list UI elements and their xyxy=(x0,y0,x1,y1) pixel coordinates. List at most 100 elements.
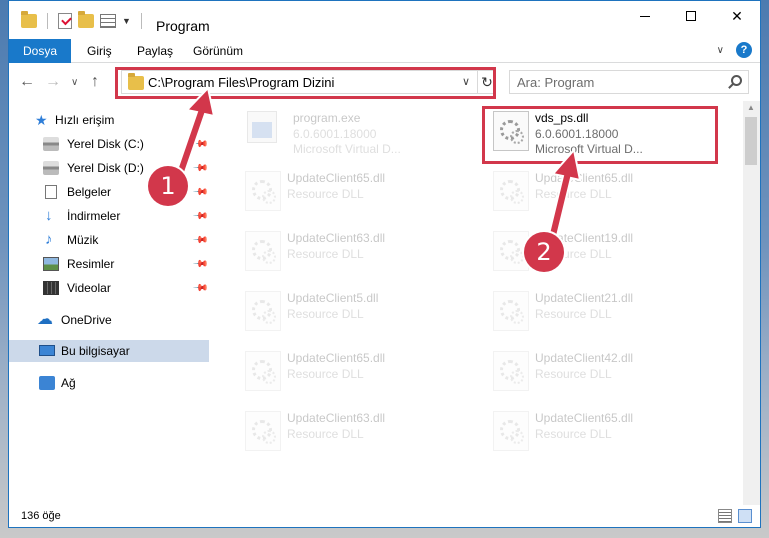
sidebar-item-label: Yerel Disk (D:) xyxy=(67,161,144,175)
tab-home[interactable]: Giriş xyxy=(75,39,124,63)
sidebar-item-downloads[interactable]: ↓ İndirmeler 📌 xyxy=(9,205,209,227)
navigation-bar: ← → ∨ ↑ C:\Program Files\Program Dizini … xyxy=(9,63,760,101)
file-item[interactable]: UpdateClient42.dll Resource DLL xyxy=(487,345,717,397)
status-bar: 136 öğe xyxy=(9,505,760,527)
sidebar-item-quick-access[interactable]: ★ Hızlı erişim xyxy=(9,109,209,131)
folder-icon xyxy=(21,11,37,28)
search-box[interactable]: Ara: Program xyxy=(509,70,749,94)
dll-file-icon xyxy=(245,231,281,271)
music-icon: ♪ xyxy=(45,231,53,248)
file-item[interactable]: UpdateClient65.dll Resource DLL xyxy=(239,165,469,217)
tab-view[interactable]: Görünüm xyxy=(181,39,255,63)
star-icon: ★ xyxy=(35,112,48,128)
disk-icon xyxy=(43,137,59,151)
scrollbar-thumb[interactable] xyxy=(745,117,757,165)
sidebar-item-label: Yerel Disk (C:) xyxy=(67,137,144,151)
file-type: Resource DLL xyxy=(535,427,612,441)
properties-check-icon[interactable] xyxy=(58,13,72,29)
sidebar-item-pictures[interactable]: Resimler 📌 xyxy=(9,253,209,275)
recent-locations-chevron-icon[interactable]: ∨ xyxy=(71,77,78,88)
file-name: UpdateClient65.dll xyxy=(535,411,634,425)
forward-arrow-icon[interactable]: → xyxy=(45,73,61,91)
file-type: Resource DLL xyxy=(287,187,364,201)
tab-file[interactable]: Dosya xyxy=(9,39,71,63)
address-dropdown-chevron-icon[interactable]: ∨ xyxy=(462,75,470,88)
pin-icon: 📌 xyxy=(191,255,209,273)
new-folder-icon[interactable] xyxy=(78,11,94,28)
file-description: Microsoft Virtual D... xyxy=(293,142,401,156)
dll-file-icon xyxy=(245,351,281,391)
maximize-icon xyxy=(686,11,696,21)
file-item[interactable]: UpdateClient19.dll Resource DLL xyxy=(487,225,717,277)
search-icon[interactable] xyxy=(731,75,742,86)
file-name: UpdateClient42.dll xyxy=(535,351,634,365)
exe-file-icon xyxy=(247,111,277,143)
file-type: Resource DLL xyxy=(287,427,364,441)
disk-icon xyxy=(43,161,59,175)
tiles-view-icon[interactable] xyxy=(738,509,752,523)
file-item[interactable]: UpdateClient5.dll Resource DLL xyxy=(239,285,469,337)
file-item-program-exe[interactable]: program.exe 6.0.6001.18000 Microsoft Vir… xyxy=(239,105,469,157)
address-path[interactable]: C:\Program Files\Program Dizini xyxy=(148,75,334,90)
file-list: program.exe 6.0.6001.18000 Microsoft Vir… xyxy=(215,101,745,505)
sidebar-item-label: OneDrive xyxy=(61,313,112,327)
videos-icon xyxy=(43,281,59,295)
dll-file-icon xyxy=(245,411,281,451)
close-button[interactable]: ✕ xyxy=(714,1,760,31)
sidebar-item-music[interactable]: ♪ Müzik 📌 xyxy=(9,229,209,251)
customize-toolbar-chevron-icon[interactable]: ▼ xyxy=(122,16,131,26)
dll-file-icon xyxy=(493,171,529,211)
view-buttons xyxy=(718,509,752,523)
ribbon-tabs: Dosya Giriş Paylaş Görünüm ∨ ? xyxy=(9,39,760,63)
maximize-button[interactable] xyxy=(668,1,714,31)
search-placeholder[interactable]: Ara: Program xyxy=(517,75,594,90)
file-item[interactable]: UpdateClient21.dll Resource DLL xyxy=(487,285,717,337)
tab-share[interactable]: Paylaş xyxy=(125,39,185,63)
sidebar-item-label: Hızlı erişim xyxy=(55,113,115,127)
file-item[interactable]: UpdateClient63.dll Resource DLL xyxy=(239,405,469,457)
up-arrow-icon[interactable]: ↑ xyxy=(91,73,99,91)
sidebar-item-onedrive[interactable]: ☁ OneDrive xyxy=(9,309,209,331)
scroll-up-arrow-icon[interactable]: ▲ xyxy=(747,103,755,112)
sidebar-item-videos[interactable]: Videolar 📌 xyxy=(9,277,209,299)
sidebar-item-this-pc[interactable]: Bu bilgisayar xyxy=(9,340,209,362)
help-icon[interactable]: ? xyxy=(736,42,752,58)
address-bar[interactable]: C:\Program Files\Program Dizini ∨ ↻ xyxy=(121,70,496,94)
file-name: UpdateClient63.dll xyxy=(287,231,386,245)
sidebar-item-network[interactable]: Ağ xyxy=(9,372,209,394)
file-item[interactable]: UpdateClient65.dll Resource DLL xyxy=(487,405,717,457)
file-name: UpdateClient21.dll xyxy=(535,291,634,305)
download-icon: ↓ xyxy=(45,207,53,224)
file-item[interactable]: UpdateClient65.dll Resource DLL xyxy=(239,345,469,397)
pin-icon: 📌 xyxy=(191,159,209,177)
details-view-icon[interactable] xyxy=(718,509,732,523)
file-item-vds-ps-dll[interactable]: vds_ps.dll 6.0.6001.18000 Microsoft Virt… xyxy=(487,105,717,157)
file-description: Microsoft Virtual D... xyxy=(535,142,643,156)
sidebar-item-label: Resimler xyxy=(67,257,115,271)
file-version: 6.0.6001.18000 xyxy=(535,127,619,141)
computer-icon xyxy=(39,345,55,356)
properties-icon[interactable] xyxy=(100,14,116,28)
file-name: UpdateClient63.dll xyxy=(287,411,386,425)
address-folder-icon xyxy=(128,73,144,90)
back-arrow-icon[interactable]: ← xyxy=(19,73,35,91)
sidebar-item-local-disk-c[interactable]: Yerel Disk (C:) 📌 xyxy=(9,133,209,155)
pin-icon: 📌 xyxy=(191,231,209,249)
file-item[interactable]: UpdateClient65.dll Resource DLL xyxy=(487,165,717,217)
dll-file-icon xyxy=(493,351,529,391)
expand-ribbon-chevron-icon[interactable]: ∨ xyxy=(717,45,724,56)
ribbon-right-controls: ∨ ? xyxy=(717,42,752,58)
file-item[interactable]: UpdateClient63.dll Resource DLL xyxy=(239,225,469,277)
file-type: Resource DLL xyxy=(535,187,612,201)
sidebar-item-label: Belgeler xyxy=(67,185,112,199)
file-name: UpdateClient65.dll xyxy=(287,171,386,185)
document-icon xyxy=(45,185,57,199)
vertical-scrollbar[interactable]: ▲ xyxy=(743,101,760,505)
file-name: UpdateClient65.dll xyxy=(287,351,386,365)
step-badge-1: 1 xyxy=(148,166,188,206)
pin-icon: 📌 xyxy=(191,135,209,153)
window-title: Program xyxy=(156,18,210,34)
refresh-icon[interactable]: ↻ xyxy=(477,71,496,93)
sidebar-item-label: Müzik xyxy=(67,233,99,247)
minimize-button[interactable] xyxy=(622,1,668,31)
